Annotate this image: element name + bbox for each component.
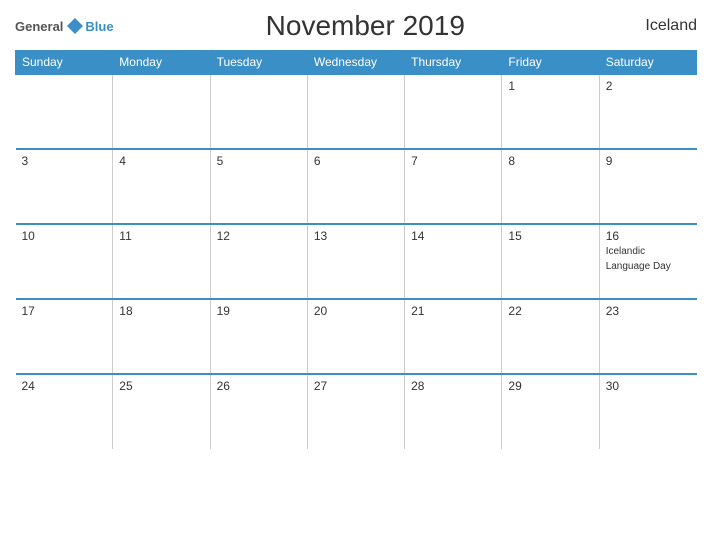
day-number: 19 [217, 304, 301, 318]
calendar-cell: 20 [307, 299, 404, 374]
event-label: Icelandic Language Day [606, 246, 671, 272]
calendar-cell: 26 [210, 374, 307, 449]
header: General Blue November 2019 Iceland [15, 10, 697, 42]
day-number: 21 [411, 304, 495, 318]
header-friday: Friday [502, 51, 599, 75]
day-number: 20 [314, 304, 398, 318]
calendar-cell: 12 [210, 224, 307, 299]
day-number: 28 [411, 379, 495, 393]
calendar-cell [307, 74, 404, 149]
day-number: 12 [217, 229, 301, 243]
calendar-cell: 2 [599, 74, 696, 149]
day-number: 3 [22, 154, 107, 168]
calendar-cell: 6 [307, 149, 404, 224]
calendar-cell: 28 [405, 374, 502, 449]
day-number: 5 [217, 154, 301, 168]
day-number: 2 [606, 79, 691, 93]
calendar-cell: 16 Icelandic Language Day [599, 224, 696, 299]
calendar-cell: 30 [599, 374, 696, 449]
day-number: 18 [119, 304, 203, 318]
day-number: 27 [314, 379, 398, 393]
calendar-cell: 27 [307, 374, 404, 449]
calendar-cell: 25 [113, 374, 210, 449]
logo-general-text: General [15, 19, 63, 34]
day-number: 24 [22, 379, 107, 393]
header-tuesday: Tuesday [210, 51, 307, 75]
calendar-cell: 5 [210, 149, 307, 224]
day-number: 17 [22, 304, 107, 318]
header-sunday: Sunday [16, 51, 113, 75]
calendar-cell: 17 [16, 299, 113, 374]
header-saturday: Saturday [599, 51, 696, 75]
calendar-page: General Blue November 2019 Iceland Sunda… [0, 0, 712, 550]
calendar-cell: 10 [16, 224, 113, 299]
weekday-header-row: Sunday Monday Tuesday Wednesday Thursday… [16, 51, 697, 75]
calendar-cell: 13 [307, 224, 404, 299]
day-number: 6 [314, 154, 398, 168]
calendar-week-row: 17 18 19 20 21 22 23 [16, 299, 697, 374]
calendar-cell: 18 [113, 299, 210, 374]
calendar-cell: 23 [599, 299, 696, 374]
day-number: 16 [606, 229, 691, 243]
calendar-week-row: 12 [16, 74, 697, 149]
calendar-cell [113, 74, 210, 149]
day-number: 1 [508, 79, 592, 93]
calendar-cell: 9 [599, 149, 696, 224]
calendar-cell: 24 [16, 374, 113, 449]
calendar-cell: 11 [113, 224, 210, 299]
country-label: Iceland [617, 17, 697, 35]
calendar-cell [405, 74, 502, 149]
calendar-cell: 21 [405, 299, 502, 374]
calendar-cell: 15 [502, 224, 599, 299]
calendar-week-row: 10 11 12 13 14 15 16 Icelandic Language Day [16, 224, 697, 299]
day-number: 25 [119, 379, 203, 393]
day-number: 23 [606, 304, 691, 318]
calendar-table: Sunday Monday Tuesday Wednesday Thursday… [15, 50, 697, 449]
day-number: 10 [22, 229, 107, 243]
calendar-cell: 29 [502, 374, 599, 449]
day-number: 11 [119, 229, 203, 243]
calendar-cell [16, 74, 113, 149]
calendar-cell: 7 [405, 149, 502, 224]
calendar-cell: 14 [405, 224, 502, 299]
day-number: 4 [119, 154, 203, 168]
day-number: 15 [508, 229, 592, 243]
header-monday: Monday [113, 51, 210, 75]
day-number: 29 [508, 379, 592, 393]
calendar-cell: 3 [16, 149, 113, 224]
calendar-week-row: 24 25 26 27 28 29 30 [16, 374, 697, 449]
calendar-cell: 22 [502, 299, 599, 374]
calendar-cell: 1 [502, 74, 599, 149]
calendar-cell: 8 [502, 149, 599, 224]
logo-flag-icon [65, 16, 85, 36]
day-number: 13 [314, 229, 398, 243]
day-number: 9 [606, 154, 691, 168]
header-thursday: Thursday [405, 51, 502, 75]
day-number: 30 [606, 379, 691, 393]
calendar-cell [210, 74, 307, 149]
day-number: 7 [411, 154, 495, 168]
day-number: 22 [508, 304, 592, 318]
calendar-cell: 4 [113, 149, 210, 224]
calendar-cell: 19 [210, 299, 307, 374]
day-number: 14 [411, 229, 495, 243]
logo-blue-text: Blue [85, 19, 113, 34]
calendar-week-row: 3456789 [16, 149, 697, 224]
header-wednesday: Wednesday [307, 51, 404, 75]
day-number: 26 [217, 379, 301, 393]
logo: General Blue [15, 16, 114, 36]
page-title: November 2019 [114, 10, 617, 42]
day-number: 8 [508, 154, 592, 168]
